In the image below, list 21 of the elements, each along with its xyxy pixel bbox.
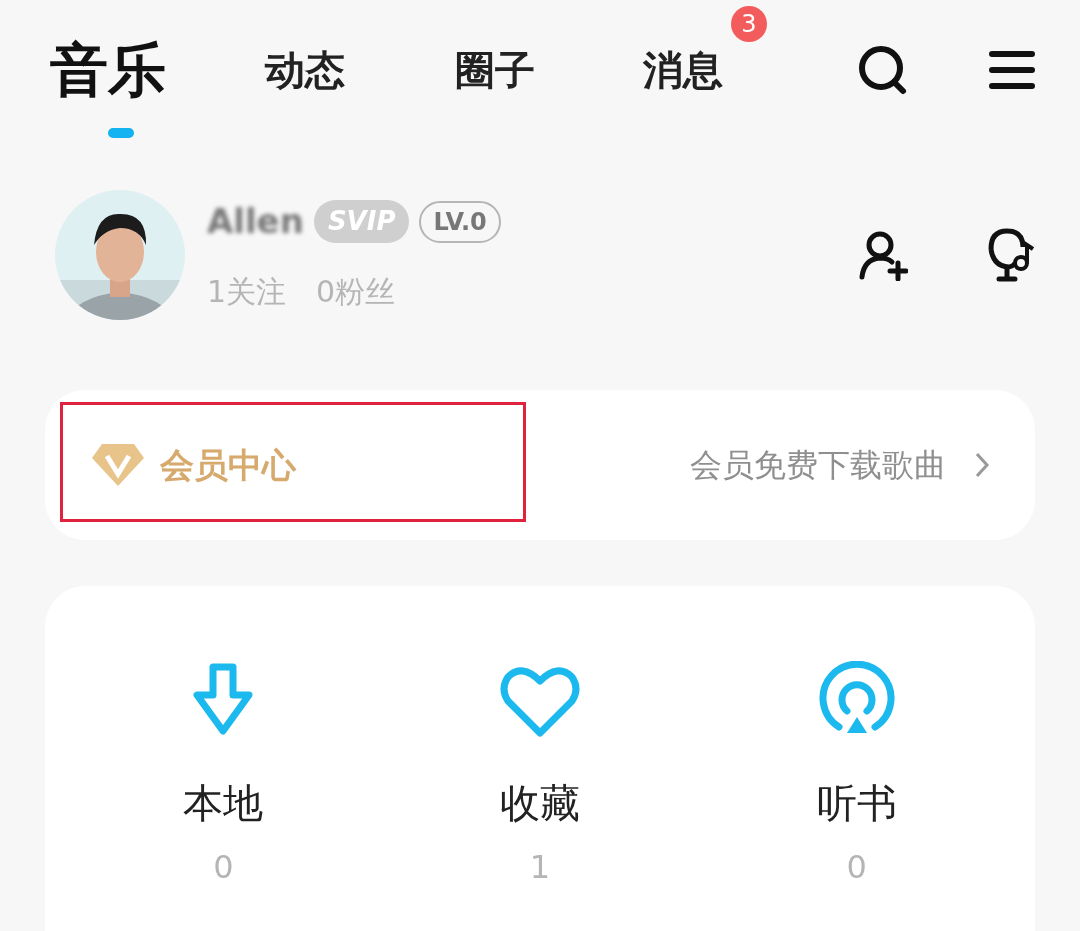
shortcut-count: 0 (213, 847, 234, 888)
diamond-icon (90, 442, 146, 488)
tab[interactable]: 圈子 (455, 40, 535, 100)
shortcut-label[interactable]: 收藏 (500, 773, 580, 833)
username: Allen (207, 200, 304, 243)
add-friend-icon[interactable] (858, 229, 908, 281)
shortcut-label[interactable]: 本地 (183, 773, 264, 833)
shortcut-label[interactable]: 听书 (816, 773, 897, 833)
chevron-right-icon (974, 451, 990, 479)
tab-indicator (108, 127, 134, 138)
vip-promo-text: 会员免费下载歌曲 (690, 445, 946, 486)
shortcut-count: 1 (529, 847, 551, 888)
shortcut-count: 0 (846, 847, 867, 888)
vip-center-title: 会员中心 (160, 443, 298, 487)
level-badge: LV.0 (419, 200, 501, 243)
menu-icon[interactable] (989, 50, 1035, 90)
tab[interactable]: 消息 (643, 40, 723, 100)
tab[interactable]: 动态 (265, 40, 345, 100)
unread-badge: 3 (731, 6, 767, 42)
search-icon[interactable] (857, 44, 909, 96)
tab[interactable]: 音乐 (50, 26, 166, 114)
